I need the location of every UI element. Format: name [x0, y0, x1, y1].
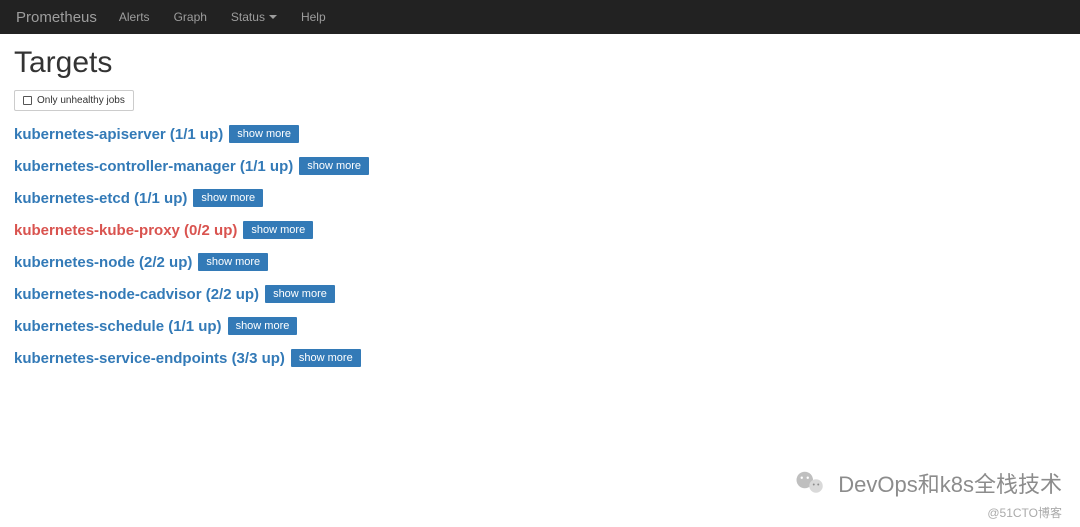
target-row: kubernetes-etcd (1/1 up) show more [14, 189, 1066, 207]
brand[interactable]: Prometheus [16, 9, 97, 26]
target-row: kubernetes-kube-proxy (0/2 up) show more [14, 221, 1066, 239]
watermark-small: @51CTO博客 [987, 504, 1062, 521]
show-more-button[interactable]: show more [228, 317, 298, 335]
show-more-button[interactable]: show more [291, 349, 361, 367]
target-name-link[interactable]: kubernetes-node-cadvisor (2/2 up) [14, 286, 259, 303]
watermark-main: DevOps和k8s全栈技术 [792, 465, 1062, 501]
target-name-link[interactable]: kubernetes-kube-proxy (0/2 up) [14, 222, 237, 239]
target-name-link[interactable]: kubernetes-node (2/2 up) [14, 254, 192, 271]
target-name-link[interactable]: kubernetes-controller-manager (1/1 up) [14, 158, 293, 175]
targets-list: kubernetes-apiserver (1/1 up)show moreku… [14, 125, 1066, 367]
target-row: kubernetes-schedule (1/1 up) show more [14, 317, 1066, 335]
caret-down-icon [269, 15, 277, 19]
target-row: kubernetes-controller-manager (1/1 up) sh… [14, 157, 1066, 175]
nav-help[interactable]: Help [301, 10, 326, 24]
filter-label: Only unhealthy jobs [37, 95, 125, 106]
target-name-link[interactable]: kubernetes-etcd (1/1 up) [14, 190, 187, 207]
only-unhealthy-button[interactable]: Only unhealthy jobs [14, 90, 134, 111]
nav-graph[interactable]: Graph [174, 10, 207, 24]
checkbox-icon [23, 96, 32, 105]
show-more-button[interactable]: show more [299, 157, 369, 175]
nav-alerts[interactable]: Alerts [119, 10, 150, 24]
target-row: kubernetes-service-endpoints (3/3 up) sho… [14, 349, 1066, 367]
target-row: kubernetes-node-cadvisor (2/2 up) show mo… [14, 285, 1066, 303]
navbar: Prometheus Alerts Graph Status Help [0, 0, 1080, 34]
nav-status[interactable]: Status [231, 10, 277, 24]
nav-status-label: Status [231, 10, 265, 24]
wechat-icon [792, 465, 828, 501]
show-more-button[interactable]: show more [265, 285, 335, 303]
target-name-link[interactable]: kubernetes-schedule (1/1 up) [14, 318, 222, 335]
target-row: kubernetes-apiserver (1/1 up) show more [14, 125, 1066, 143]
show-more-button[interactable]: show more [193, 189, 263, 207]
target-name-link[interactable]: kubernetes-service-endpoints (3/3 up) [14, 350, 285, 367]
show-more-button[interactable]: show more [243, 221, 313, 239]
target-row: kubernetes-node (2/2 up) show more [14, 253, 1066, 271]
show-more-button[interactable]: show more [198, 253, 268, 271]
page-title: Targets [14, 46, 1066, 80]
watermark-text: DevOps和k8s全栈技术 [838, 467, 1062, 499]
show-more-button[interactable]: show more [229, 125, 299, 143]
main-container: Targets Only unhealthy jobs kubernetes-a… [0, 34, 1080, 393]
target-name-link[interactable]: kubernetes-apiserver (1/1 up) [14, 126, 223, 143]
